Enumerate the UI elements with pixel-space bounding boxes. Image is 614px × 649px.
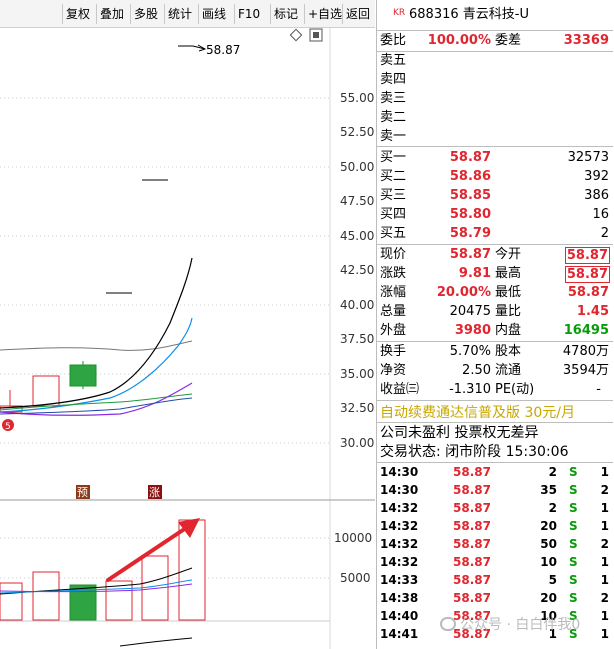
multi-stock-button[interactable]: 多股 — [130, 4, 161, 24]
statistics-button[interactable]: 统计 — [164, 4, 195, 24]
diamond-icon[interactable] — [289, 28, 303, 42]
candle — [69, 364, 97, 387]
high-price-label: 58.87 — [206, 43, 240, 57]
ask-level-3[interactable]: 卖三 — [377, 90, 613, 108]
volume-bar — [0, 582, 23, 621]
quote-row-volume: 总量 20475 量比 1.45 — [380, 304, 609, 319]
volume-bar — [32, 571, 60, 621]
trade-row: 14:32 58.87 10 S 1 — [380, 555, 609, 569]
kline-chart[interactable]: 55.00 52.50 50.00 47.50 45.00 42.50 40.0… — [0, 28, 375, 649]
f10-button[interactable]: F10 — [234, 4, 263, 24]
stats-row-turnover: 换手 5.70% 股本 4780万 — [380, 344, 609, 359]
price-tick: 42.50 — [340, 263, 374, 277]
stats-row-eps: 收益㈢ -1.310 PE(动) - — [380, 382, 601, 397]
high-price-annotation: 58.87 — [178, 43, 240, 57]
wechat-icon — [440, 617, 456, 631]
volume-bar — [178, 519, 206, 621]
weibi-row: 委比 100.00% 委差 33369 — [380, 33, 609, 48]
trade-row: 14:38 58.87 20 S 2 — [380, 591, 609, 605]
bid-level-3[interactable]: 买三 58.85 386 — [377, 187, 613, 205]
trade-row: 14:32 58.87 50 S 2 — [380, 537, 609, 551]
trade-row: 14:33 58.87 5 S 1 — [380, 573, 609, 587]
window-toggle-icon[interactable] — [309, 28, 323, 42]
price-tick: 45.00 — [340, 229, 374, 243]
draw-line-button[interactable]: 画线 — [198, 4, 229, 24]
svg-text:预: 预 — [77, 486, 88, 499]
stock-code-name: 688316 青云科技-U — [409, 7, 529, 22]
overlay-button[interactable]: 叠加 — [96, 4, 127, 24]
price-tick: 55.00 — [340, 91, 374, 105]
svg-text:5: 5 — [5, 422, 11, 432]
zhang-marker[interactable]: 涨 — [148, 485, 162, 499]
bid-level-2[interactable]: 买二 58.86 392 — [377, 168, 613, 186]
ask-level-2[interactable]: 卖二 — [377, 109, 613, 127]
stock-header: KR 688316 青云科技-U — [377, 0, 613, 30]
price-tick: 37.50 — [340, 332, 374, 346]
volume-tick: 5000 — [340, 571, 371, 585]
price-axis: 55.00 52.50 50.00 47.50 45.00 42.50 40.0… — [340, 91, 374, 450]
quote-row-change: 涨跌 9.81 最高 58.87 — [380, 266, 610, 283]
trade-status: 交易状态: 闭市阶段 15:30:06 — [380, 444, 569, 460]
candle — [32, 375, 60, 407]
quote-row-pct: 涨幅 20.00% 最低 58.87 — [380, 285, 609, 300]
watermark: 公众号 · 白白伴我0 — [440, 614, 580, 634]
quote-row-outer-inner: 外盘 3980 内盘 16495 — [380, 323, 609, 338]
add-watchlist-button[interactable]: +自选 — [304, 4, 345, 24]
mark-button[interactable]: 标记 — [270, 4, 301, 24]
bid-level-5[interactable]: 买五 58.79 2 — [377, 225, 613, 243]
volume-axis: 10000 5000 — [334, 531, 372, 585]
back-button[interactable]: 返回 — [342, 4, 373, 24]
fuquan-button[interactable]: 复权 — [62, 4, 93, 24]
price-tick: 32.50 — [340, 401, 374, 415]
kline-svg: 55.00 52.50 50.00 47.50 45.00 42.50 40.0… — [0, 28, 375, 649]
quote-row-price: 现价 58.87 今开 58.87 — [380, 247, 610, 264]
ask-level-4[interactable]: 卖四 — [377, 71, 613, 89]
stats-row-netasset: 净资 2.50 流通 3594万 — [380, 363, 609, 378]
price-tick: 40.00 — [340, 298, 374, 312]
trade-row: 14:30 58.87 35 S 2 — [380, 483, 609, 497]
price-tick: 47.50 — [340, 194, 374, 208]
price-tick: 52.50 — [340, 125, 374, 139]
subscription-ad-link[interactable]: 自动续费通达信普及版 30元/月 — [380, 402, 575, 422]
quote-panel: KR 688316 青云科技-U 委比 100.00% 委差 33369 卖五 … — [376, 0, 614, 649]
company-notice: 公司未盈利 投票权无差异 — [380, 425, 539, 441]
bid-level-1[interactable]: 买一 58.87 32573 — [377, 149, 613, 167]
event-circle-icon[interactable]: 5 — [2, 419, 14, 432]
svg-text:涨: 涨 — [149, 486, 160, 499]
ask-level-5[interactable]: 卖五 — [377, 52, 613, 70]
trade-row: 14:32 58.87 20 S 1 — [380, 519, 609, 533]
price-tick: 30.00 — [340, 436, 374, 450]
trade-row: 14:30 58.87 2 S 1 — [380, 465, 609, 479]
yu-marker[interactable]: 预 — [76, 485, 90, 499]
chart-toolbar: 复权 叠加 多股 统计 画线 F10 标记 +自选 返回 — [0, 0, 375, 28]
kr-badge: KR — [393, 8, 406, 18]
price-tick: 35.00 — [340, 367, 374, 381]
bid-level-4[interactable]: 买四 58.80 16 — [377, 206, 613, 224]
ask-level-1[interactable]: 卖一 — [377, 128, 613, 146]
price-tick: 50.00 — [340, 160, 374, 174]
moving-averages — [0, 257, 193, 416]
trade-row: 14:32 58.87 2 S 1 — [380, 501, 609, 515]
volume-tick: 10000 — [334, 531, 372, 545]
